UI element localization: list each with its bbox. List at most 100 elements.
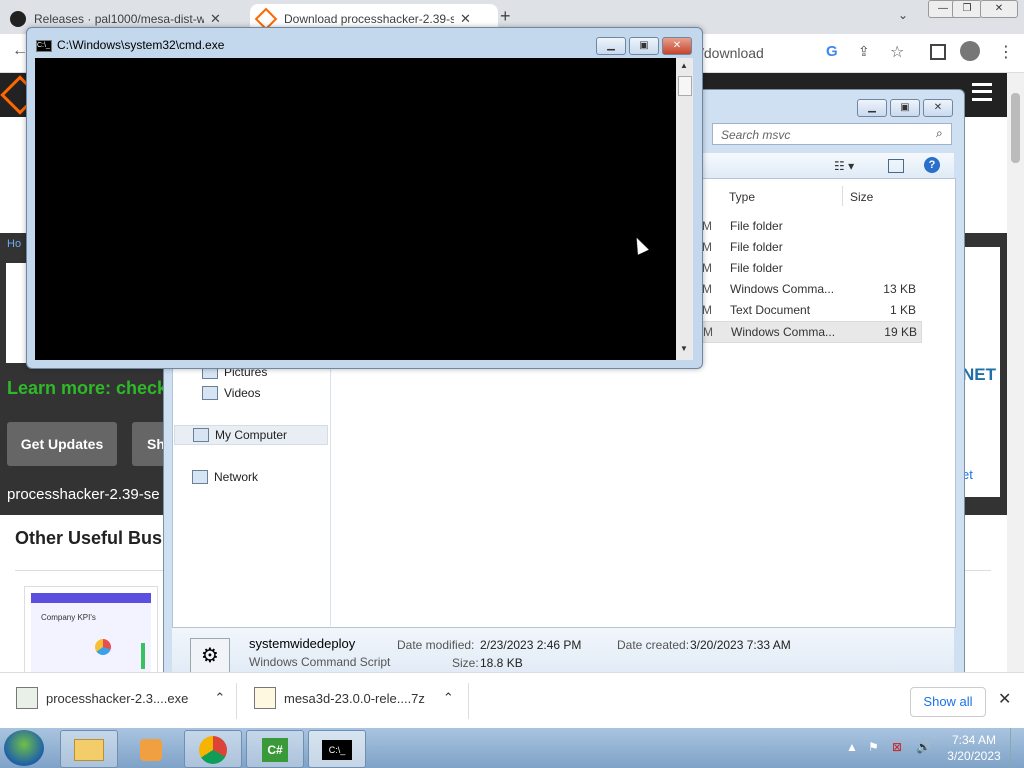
media-player-icon [140, 739, 162, 762]
file-row[interactable]: M File folder [702, 237, 920, 257]
browser-maximize-button[interactable]: ❐ [952, 0, 982, 18]
network-status-icon[interactable]: ⊠ [892, 740, 902, 754]
taskbar-chrome[interactable] [184, 730, 242, 768]
pie-chart-icon [95, 639, 111, 655]
nav-item-network[interactable]: Network [192, 470, 258, 484]
profile-avatar-icon[interactable] [960, 41, 980, 61]
browser-close-button[interactable]: ✕ [980, 0, 1018, 18]
chevron-up-icon[interactable]: ⌃ [214, 690, 225, 706]
volume-icon[interactable]: 🔊 [916, 740, 931, 754]
kpi-label: Company KPI's [41, 613, 96, 622]
row-size: 19 KB [884, 325, 917, 339]
search-input[interactable]: Search msvc [712, 123, 952, 145]
start-button[interactable] [4, 730, 44, 766]
details-modified-label: Date modified: [397, 638, 475, 652]
view-options-icon[interactable]: ☷ ▾ [834, 159, 854, 173]
row-date-fragment: M [702, 282, 712, 296]
explorer-maximize-button[interactable]: ▣ [890, 99, 920, 117]
downloads-bar: processhacker-2.3....exe ⌃ mesa3d-23.0.0… [0, 672, 1024, 729]
nav-item-my-computer[interactable]: My Computer [174, 425, 328, 445]
clock[interactable]: 7:34 AM 3/20/2023 [944, 732, 1004, 764]
download-item[interactable]: mesa3d-23.0.0-rele....7z ⌃ [254, 687, 454, 709]
row-date-fragment: M [702, 261, 712, 275]
right-card: NET et [962, 247, 1000, 497]
clock-time: 7:34 AM [951, 733, 997, 747]
column-header-size[interactable]: Size [850, 190, 873, 204]
close-downloads-icon[interactable]: ✕ [998, 689, 1011, 709]
cmd-maximize-button[interactable]: ▣ [629, 37, 659, 55]
details-size-value: 18.8 KB [480, 656, 523, 670]
taskbar-csharp-app[interactable]: C# [246, 730, 304, 768]
show-desktop-button[interactable] [1010, 728, 1024, 768]
cmd-icon: C:\_ [322, 740, 352, 761]
row-date-fragment: M [702, 219, 712, 233]
search-icon[interactable]: ⌕ [936, 126, 943, 141]
taskbar-cmd[interactable]: C:\_ [308, 730, 366, 768]
tab-title: Releases · pal1000/mesa-dist-wi [34, 12, 204, 26]
tab-close-icon[interactable]: ✕ [460, 11, 471, 27]
cmd-minimize-button[interactable]: ▁ [596, 37, 626, 55]
menu-kebab-icon[interactable]: ⋮ [998, 42, 1014, 62]
file-row[interactable]: M File folder [702, 258, 920, 278]
breadcrumb[interactable]: Ho [7, 238, 21, 250]
bar-chart-icon [141, 643, 145, 669]
nav-label: Videos [224, 386, 261, 400]
cmd-close-button[interactable]: ✕ [662, 37, 692, 55]
row-size: 1 KB [889, 303, 916, 317]
row-type: Windows Comma... [731, 325, 836, 339]
column-header-type[interactable]: Type [729, 190, 755, 204]
side-panel-icon[interactable] [930, 44, 946, 60]
details-created-value: 3/20/2023 7:33 AM [690, 638, 791, 652]
console-output[interactable] [35, 58, 676, 360]
script-file-icon: ⚙ [190, 638, 230, 674]
download-name: mesa3d-23.0.0-rele....7z [284, 690, 425, 706]
explorer-minimize-button[interactable]: ▁ [857, 99, 887, 117]
nav-label: My Computer [215, 428, 288, 442]
download-item[interactable]: processhacker-2.3....exe ⌃ [16, 687, 225, 709]
tab-close-icon[interactable]: ✕ [210, 11, 221, 27]
hamburger-menu-icon[interactable] [972, 83, 992, 101]
tab-title: Download processhacker-2.39-se [284, 12, 454, 26]
folder-icon [74, 739, 104, 762]
console-scrollbar[interactable]: ▲ ▼ [676, 58, 693, 360]
show-all-button[interactable]: Show all [910, 687, 986, 717]
github-icon [10, 11, 26, 27]
network-icon [192, 470, 208, 484]
help-icon[interactable]: ? [924, 157, 940, 173]
action-center-icon[interactable]: ⚑ [868, 740, 879, 754]
row-size: 13 KB [883, 282, 916, 296]
chevron-up-icon[interactable]: ⌃ [443, 690, 454, 706]
column-divider [842, 186, 843, 206]
taskbar-explorer[interactable] [60, 730, 118, 768]
share-icon[interactable]: ⇪ [858, 43, 870, 60]
details-size-label: Size: [452, 656, 479, 670]
taskbar-media-player[interactable] [122, 730, 180, 768]
page-scrollbar[interactable] [1007, 73, 1024, 673]
learn-more-text[interactable]: Learn more: check [7, 378, 167, 399]
computer-icon [193, 428, 209, 442]
row-date-fragment: M [702, 240, 712, 254]
explorer-close-button[interactable]: ✕ [923, 99, 953, 117]
details-created-label: Date created: [617, 638, 690, 652]
bookmark-star-icon[interactable]: ☆ [890, 42, 904, 62]
nav-item-videos[interactable]: Videos [202, 386, 260, 400]
row-type: File folder [730, 261, 783, 275]
tab-search-icon[interactable]: ⌄ [898, 8, 908, 22]
tray-expand-icon[interactable]: ▲ [846, 740, 858, 754]
file-row-selected[interactable]: M Windows Comma... 19 KB [702, 321, 922, 343]
file-row[interactable]: M Text Document 1 KB [702, 300, 920, 320]
google-icon[interactable]: G [826, 43, 838, 60]
details-modified-value: 2/23/2023 2:46 PM [480, 638, 582, 652]
file-row[interactable]: M Windows Comma... 13 KB [702, 279, 920, 299]
preview-pane-icon[interactable] [888, 159, 904, 173]
get-updates-button[interactable]: Get Updates [7, 422, 117, 466]
chrome-icon [199, 736, 227, 765]
taskbar: C# C:\_ ▲ ⚑ ⊠ 🔊 7:34 AM 3/20/2023 [0, 728, 1024, 768]
file-row[interactable]: M File folder [702, 216, 920, 236]
nav-label: Network [214, 470, 259, 484]
row-date-fragment: M [702, 303, 712, 317]
new-tab-button[interactable]: + [500, 6, 511, 27]
other-useful-heading: Other Useful Busin [15, 528, 179, 548]
kpi-card[interactable]: Company KPI's [24, 586, 158, 678]
row-date-fragment: M [703, 325, 713, 339]
